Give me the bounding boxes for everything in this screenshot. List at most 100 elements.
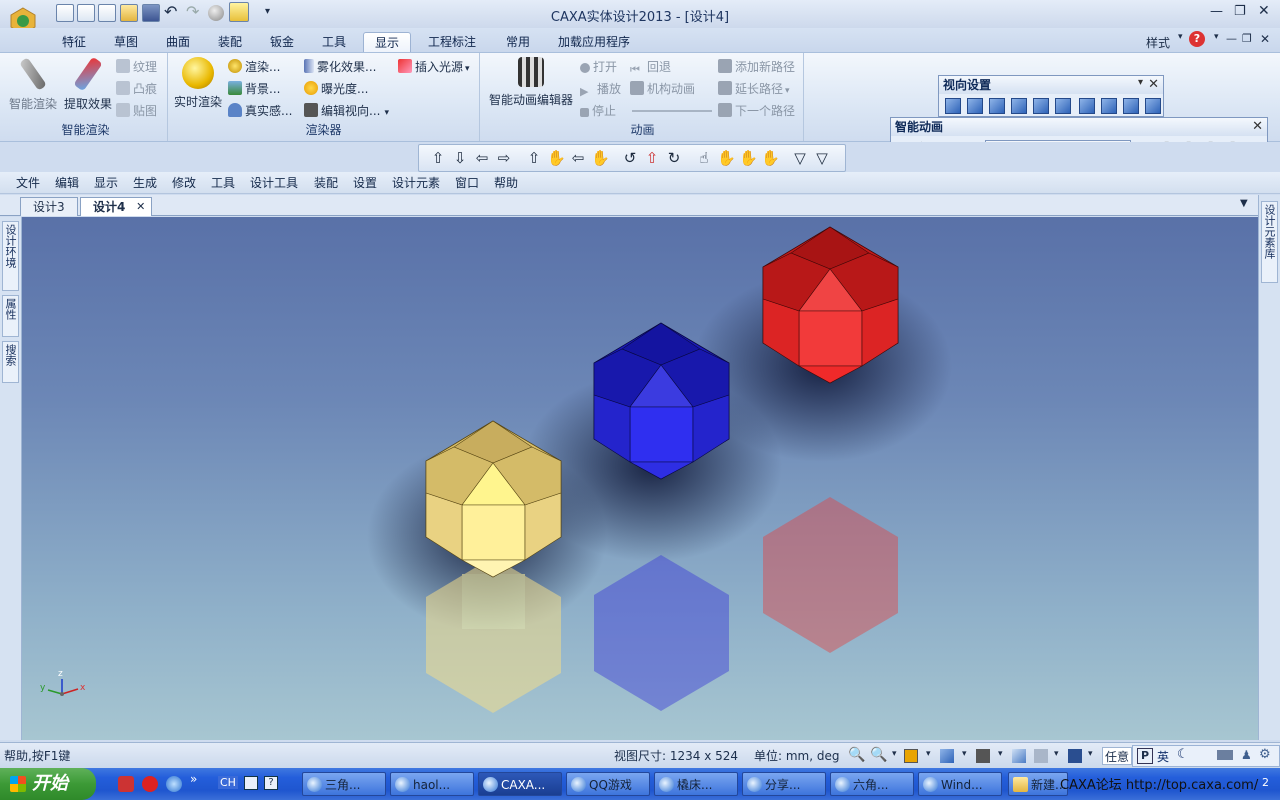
sidebar-design-library[interactable]: 设计元素库 (1261, 201, 1278, 283)
menu-window[interactable]: 窗口 (455, 174, 479, 192)
hand-tool-2-icon[interactable]: ✋ (717, 149, 736, 167)
restore-icon[interactable]: ❐ (1234, 4, 1246, 19)
filter-dropdown-icon[interactable]: ▾ (1088, 749, 1093, 759)
view-bottom-icon[interactable] (1055, 98, 1071, 114)
menu-tools[interactable]: 工具 (211, 174, 235, 192)
quicklaunch-ie-icon[interactable] (166, 776, 182, 792)
nav-right-icon[interactable]: ⇨ (495, 149, 513, 167)
tab-common[interactable]: 常用 (496, 32, 540, 52)
view-panel-dropdown-icon[interactable]: ▾ (1138, 77, 1143, 88)
menu-help[interactable]: 帮助 (494, 174, 518, 192)
smart-render-button[interactable]: 智能渲染 (6, 57, 60, 112)
selection-mode[interactable]: 任意 (1102, 747, 1133, 765)
start-button[interactable]: 开始 (0, 768, 96, 800)
taskbar-item-5[interactable]: 橇床... (654, 772, 738, 796)
box-icon[interactable] (1034, 749, 1048, 763)
bump-button[interactable]: 凸痕 (116, 79, 157, 99)
ime-language[interactable]: 英 (1157, 748, 1169, 765)
rotate-left-icon[interactable]: ↺ (621, 149, 639, 167)
quicklaunch-app2-icon[interactable] (142, 776, 158, 792)
view-top-icon[interactable] (1033, 98, 1049, 114)
render-mode-icon[interactable] (904, 749, 918, 763)
view-iso4-icon[interactable] (1145, 98, 1161, 114)
close-icon[interactable]: ✕ (1258, 3, 1270, 19)
ime-user-icon[interactable]: ♟ (1241, 748, 1252, 762)
pan-left-icon[interactable]: ⇦ (569, 149, 587, 167)
zoom-in-icon[interactable]: 🔍 (848, 747, 865, 763)
box-dropdown-icon[interactable]: ▾ (1054, 749, 1059, 759)
tab-addins[interactable]: 加载应用程序 (552, 32, 636, 52)
ime-moon-icon[interactable]: ☾ (1177, 747, 1189, 762)
extend-path-button[interactable]: 延长路径 ▾ (718, 79, 790, 99)
help-dropdown-icon[interactable]: ▾ (1214, 32, 1219, 42)
hand-tool-3-icon[interactable]: ✋ (739, 149, 758, 167)
quicklaunch-more-icon[interactable]: » (190, 772, 197, 786)
style-label[interactable]: 样式 (1146, 34, 1170, 51)
doc-tab-close-icon[interactable]: ✕ (136, 198, 145, 216)
plane-icon[interactable] (1012, 749, 1026, 763)
exposure-button[interactable]: 曝光度... (304, 79, 368, 99)
zoom-dropdown-icon[interactable]: ▾ (892, 749, 897, 759)
render-button[interactable]: 渲染... (228, 57, 280, 77)
edit-view-button[interactable]: 编辑视向... ▾ (304, 101, 389, 121)
style-dropdown-icon[interactable]: ▾ (1178, 32, 1183, 42)
doc-tabs-dropdown-icon[interactable]: ▼ (1240, 198, 1248, 209)
texture-button[interactable]: 纹理 (116, 57, 157, 77)
anim-stop-button[interactable]: 停止 (580, 101, 616, 121)
realtime-render-button[interactable]: 实时渲染 (170, 57, 226, 110)
tab-sheetmetal[interactable]: 钣金 (260, 32, 304, 52)
pan-hand-icon[interactable]: ✋ (547, 149, 566, 167)
anim-slider[interactable] (632, 110, 712, 112)
mechanism-anim-button[interactable]: 机构动画 (630, 79, 695, 99)
taskbar-item-1[interactable]: 三角... (302, 772, 386, 796)
anim-play-button[interactable]: ▶ 播放 (580, 79, 621, 99)
taskbar-item-2[interactable]: haol... (390, 772, 474, 796)
next-path-button[interactable]: 下一个路径 (718, 101, 795, 121)
taskbar-item-6[interactable]: 分享... (742, 772, 826, 796)
taskbar-item-9[interactable]: 新建... (1008, 772, 1068, 796)
menu-generate[interactable]: 生成 (133, 174, 157, 192)
nav-left-icon[interactable]: ⇦ (473, 149, 491, 167)
camera-status-icon[interactable] (976, 749, 990, 763)
doc-restore-icon[interactable]: ❐ (1242, 32, 1252, 45)
view-settings-panel[interactable]: 视向设置 ▾ ✕ (938, 75, 1164, 117)
tab-tools[interactable]: 工具 (312, 32, 356, 52)
tab-feature[interactable]: 特征 (52, 32, 96, 52)
camera-dropdown-icon[interactable]: ▾ (998, 749, 1003, 759)
taskbar-item-caxa[interactable]: CAXA... (478, 772, 562, 796)
tab-surface[interactable]: 曲面 (156, 32, 200, 52)
render-mode-dropdown-icon[interactable]: ▾ (926, 749, 931, 759)
anim-open-button[interactable]: 打开 (580, 57, 617, 77)
sidebar-properties[interactable]: 属性 (2, 295, 19, 337)
help-icon[interactable]: ? (1189, 31, 1205, 47)
menu-edit[interactable]: 编辑 (55, 174, 79, 192)
filter-2-icon[interactable]: ▽ (813, 149, 831, 167)
menu-file[interactable]: 文件 (16, 174, 40, 192)
menu-display[interactable]: 显示 (94, 174, 118, 192)
taskbar-item-8[interactable]: Wind... (918, 772, 1002, 796)
quicklaunch-app1-icon[interactable] (118, 776, 134, 792)
hand-tool-4-icon[interactable]: ✋ (761, 149, 780, 167)
zoom-out-icon[interactable]: 🔍 (870, 747, 887, 763)
background-button[interactable]: 背景... (228, 79, 280, 99)
doc-tab-design3[interactable]: 设计3 (20, 197, 78, 216)
insert-light-dropdown-icon[interactable]: ▾ (465, 64, 470, 74)
taskbar-item-qq[interactable]: QQ游戏 (566, 772, 650, 796)
menu-design-elements[interactable]: 设计元素 (392, 174, 440, 192)
rotate-right-icon[interactable]: ↻ (665, 149, 683, 167)
tab-display[interactable]: 显示 (363, 32, 411, 52)
help-tray-icon[interactable]: ? (264, 776, 278, 790)
extend-path-dropdown-icon[interactable]: ▾ (785, 86, 790, 96)
view-right-icon[interactable] (1011, 98, 1027, 114)
edit-view-dropdown-icon[interactable]: ▾ (384, 108, 389, 118)
sidebar-search[interactable]: 搜索 (2, 341, 19, 383)
nav-down-icon[interactable]: ⇩ (451, 149, 469, 167)
menu-assembly[interactable]: 装配 (314, 174, 338, 192)
tab-annotation[interactable]: 工程标注 (420, 32, 484, 52)
insert-light-button[interactable]: 插入光源 ▾ (398, 57, 470, 77)
doc-close-icon[interactable]: ✕ (1260, 32, 1270, 46)
pan-hand-2-icon[interactable]: ✋ (591, 149, 610, 167)
view-back-icon[interactable] (967, 98, 983, 114)
tab-sketch[interactable]: 草图 (104, 32, 148, 52)
view-front-icon[interactable] (945, 98, 961, 114)
